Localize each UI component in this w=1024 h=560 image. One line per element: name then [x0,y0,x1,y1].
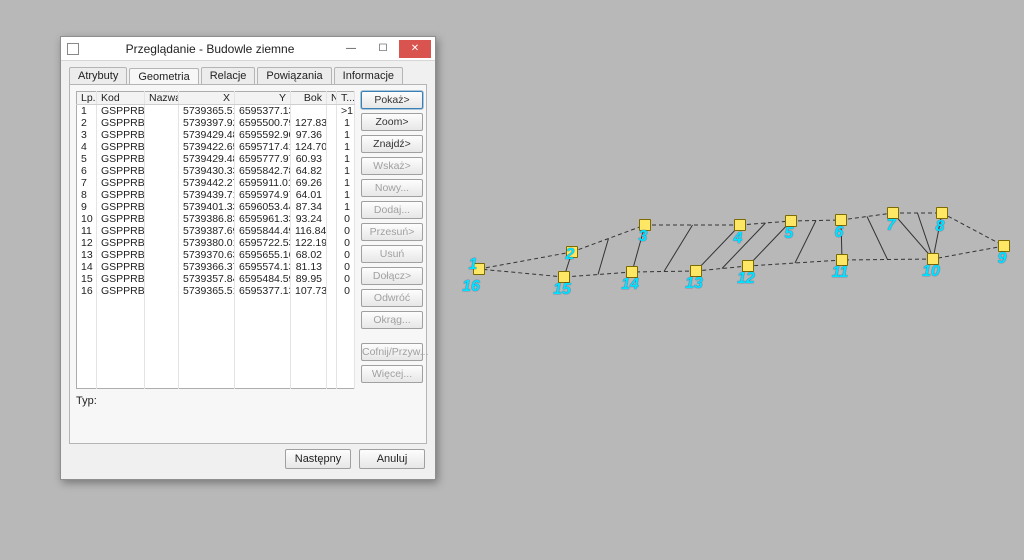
maximize-button[interactable]: ☐ [367,40,399,58]
tab-strip: Atrybuty Geometria Relacje Powiązania In… [69,67,427,84]
close-button[interactable]: ✕ [399,40,431,58]
map-node[interactable] [998,240,1010,252]
col-n[interactable]: N... [327,92,337,105]
col-lp[interactable]: Lp. [77,92,97,105]
table-row[interactable]: 14GSPPRB5739366.376595574.1381.130 [77,261,355,273]
map-node[interactable] [734,219,746,231]
odwroc-button[interactable]: Odwróć [361,289,423,307]
map-node[interactable] [836,254,848,266]
map-node-label: 7 [887,217,896,235]
map-node-label: 12 [737,270,755,288]
table-row[interactable]: 8GSPPRB5739439.716595974.9764.011 [77,189,355,201]
usun-button[interactable]: Usuń [361,245,423,263]
browse-dialog: Przeglądanie - Budowle ziemne — ☐ ✕ Atry… [60,36,436,480]
map-node[interactable] [639,219,651,231]
map-node-label: 3 [639,228,648,246]
map-node[interactable] [690,265,702,277]
map-node-label: 5 [785,225,794,243]
cancel-button[interactable]: Anuluj [359,449,425,469]
tab-powiazania[interactable]: Powiązania [257,67,331,84]
map-node-label: 1 [469,256,478,274]
map-node[interactable] [626,266,638,278]
map-node[interactable] [742,260,754,272]
map-node[interactable] [887,207,899,219]
table-row[interactable]: 5GSPPRB5739429.486595777.9760.931 [77,153,355,165]
map-node-label: 11 [832,264,849,282]
map-node-label: 6 [835,224,844,242]
window-title: Przeglądanie - Budowle ziemne [85,42,335,56]
map-node[interactable] [936,207,948,219]
tab-informacje[interactable]: Informacje [334,67,403,84]
table-row[interactable]: 7GSPPRB5739442.276595911.0169.261 [77,177,355,189]
map-node-label: 16 [462,278,480,296]
tab-page-geometria: Lp. Kod Nazwa X Y Bok N... T... 1GSPPRB5… [69,84,427,444]
przesun-button[interactable]: Przesuń> [361,223,423,241]
col-t[interactable]: T... [337,92,355,105]
app-icon [67,43,79,55]
tab-relacje[interactable]: Relacje [201,67,256,84]
map-node-label: 2 [566,246,575,264]
titlebar: Przeglądanie - Budowle ziemne — ☐ ✕ [61,37,435,61]
table-row[interactable]: 3GSPPRB5739429.486595592.9097.361 [77,129,355,141]
map-node[interactable] [558,271,570,283]
geometry-table[interactable]: Lp. Kod Nazwa X Y Bok N... T... 1GSPPRB5… [76,91,355,389]
next-button[interactable]: Następny [285,449,351,469]
col-x[interactable]: X [179,92,235,105]
col-nazwa[interactable]: Nazwa [145,92,179,105]
table-row[interactable]: 1GSPPRB5739365.516595377.13>1 [77,105,355,118]
table-row[interactable]: 13GSPPRB5739370.636595655.1668.020 [77,249,355,261]
table-row[interactable]: 12GSPPRB5739380.016595722.53122.190 [77,237,355,249]
map-node[interactable] [566,246,578,258]
okrag-button[interactable]: Okrąg... [361,311,423,329]
map-node[interactable] [927,253,939,265]
wskaz-button[interactable]: Wskaż> [361,157,423,175]
table-row[interactable]: 10GSPPRB5739386.836595961.3393.240 [77,213,355,225]
pokaz-button[interactable]: Pokaż> [361,91,423,109]
zoom-button[interactable]: Zoom> [361,113,423,131]
dodaj-button[interactable]: Dodaj... [361,201,423,219]
map-node-label: 4 [734,230,743,248]
znajdz-button[interactable]: Znajdź> [361,135,423,153]
table-row[interactable]: 4GSPPRB5739422.656595717.41124.701 [77,141,355,153]
dolacz-button[interactable]: Dołącz> [361,267,423,285]
side-button-stack: Pokaż> Zoom> Znajdź> Wskaż> Nowy... Doda… [361,91,423,389]
map-node[interactable] [785,215,797,227]
map-node-label: 14 [621,276,639,294]
typ-label: Typ: [76,395,420,407]
table-row[interactable]: 6GSPPRB5739430.336595842.7864.821 [77,165,355,177]
nowy-button[interactable]: Nowy... [361,179,423,197]
minimize-button[interactable]: — [335,40,367,58]
cofnij-button[interactable]: Cofnij/Przyw... [361,343,423,361]
col-kod[interactable]: Kod [97,92,145,105]
map-node-label: 10 [922,263,940,281]
map-node-label: 9 [998,250,1007,268]
table-row[interactable]: 11GSPPRB5739387.696595844.49116.840 [77,225,355,237]
map-node-label: 8 [936,218,945,236]
table-row[interactable]: 15GSPPRB5739357.846595484.5989.950 [77,273,355,285]
map-node-label: 13 [685,275,703,293]
col-y[interactable]: Y [235,92,291,105]
tab-geometria[interactable]: Geometria [129,68,198,85]
tab-atrybuty[interactable]: Atrybuty [69,67,127,84]
map-node-label: 15 [553,281,571,299]
map-node[interactable] [473,263,485,275]
table-row[interactable]: 9GSPPRB5739401.336596053.4487.341 [77,201,355,213]
wiecej-button[interactable]: Więcej... [361,365,423,383]
table-row[interactable]: 16GSPPRB5739365.516595377.13107.730 [77,285,355,297]
map-node[interactable] [835,214,847,226]
table-row[interactable]: 2GSPPRB5739397.926595500.79127.831 [77,117,355,129]
col-bok[interactable]: Bok [291,92,327,105]
